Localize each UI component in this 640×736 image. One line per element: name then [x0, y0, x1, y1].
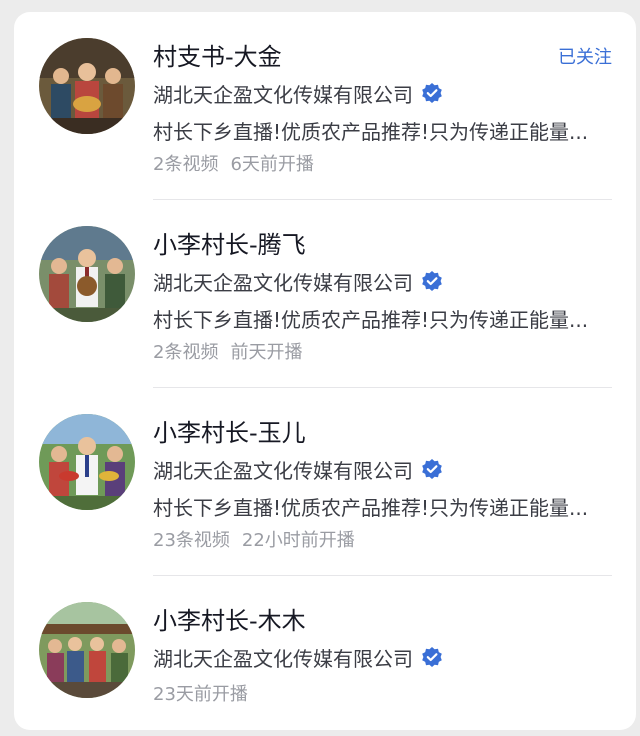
company-row: 湖北天企盈文化传媒有限公司: [153, 268, 443, 295]
avatar[interactable]: [39, 602, 135, 698]
video-count: 23条视频: [153, 530, 230, 551]
account-meta: 23条视频 22小时前开播: [153, 526, 355, 552]
avatar[interactable]: [39, 226, 135, 322]
verified-badge-icon: [421, 82, 443, 104]
account-description: 村长下乡直播!优质农产品推荐!只为传递正能量...: [153, 308, 589, 332]
live-time: 22小时前开播: [241, 530, 355, 551]
account-description: 村长下乡直播!优质农产品推荐!只为传递正能量...: [153, 496, 589, 520]
company-row: 湖北天企盈文化传媒有限公司: [153, 456, 443, 483]
live-time: 23天前开播: [153, 684, 248, 705]
account-list-card: 村支书-大金 已关注 湖北天企盈文化传媒有限公司 村长下乡直播!优质农产品推荐!…: [14, 12, 636, 730]
account-list-item[interactable]: 小李村长-玉儿 湖北天企盈文化传媒有限公司 村长下乡直播!优质农产品推荐!只为传…: [14, 388, 636, 576]
account-meta: 23天前开播: [153, 680, 248, 706]
account-meta: 2条视频 前天开播: [153, 338, 302, 364]
account-name: 村支书-大金: [153, 43, 282, 71]
avatar[interactable]: [39, 38, 135, 134]
account-list-item[interactable]: 小李村长-腾飞 湖北天企盈文化传媒有限公司 村长下乡直播!优质农产品推荐!只为传…: [14, 200, 636, 388]
verified-badge-icon: [421, 270, 443, 292]
company-name: 湖北天企盈文化传媒有限公司: [153, 82, 413, 107]
company-row: 湖北天企盈文化传媒有限公司: [153, 644, 443, 671]
following-button[interactable]: 已关注: [558, 43, 612, 69]
account-list-item[interactable]: 村支书-大金 已关注 湖北天企盈文化传媒有限公司 村长下乡直播!优质农产品推荐!…: [14, 12, 636, 200]
verified-badge-icon: [421, 458, 443, 480]
account-name: 小李村长-玉儿: [153, 419, 306, 447]
account-meta: 2条视频 6天前开播: [153, 150, 314, 176]
account-list-item[interactable]: 小李村长-木木 湖北天企盈文化传媒有限公司 23天前开播: [14, 576, 636, 730]
live-time: 前天开播: [230, 342, 303, 363]
account-name: 小李村长-木木: [153, 607, 306, 635]
company-row: 湖北天企盈文化传媒有限公司: [153, 80, 443, 107]
company-name: 湖北天企盈文化传媒有限公司: [153, 270, 413, 295]
verified-badge-icon: [421, 646, 443, 668]
company-name: 湖北天企盈文化传媒有限公司: [153, 646, 413, 671]
video-count: 2条视频: [153, 154, 219, 175]
live-time: 6天前开播: [230, 154, 314, 175]
company-name: 湖北天企盈文化传媒有限公司: [153, 458, 413, 483]
account-description: 村长下乡直播!优质农产品推荐!只为传递正能量...: [153, 120, 589, 144]
avatar[interactable]: [39, 414, 135, 510]
video-count: 2条视频: [153, 342, 219, 363]
account-name: 小李村长-腾飞: [153, 231, 306, 259]
